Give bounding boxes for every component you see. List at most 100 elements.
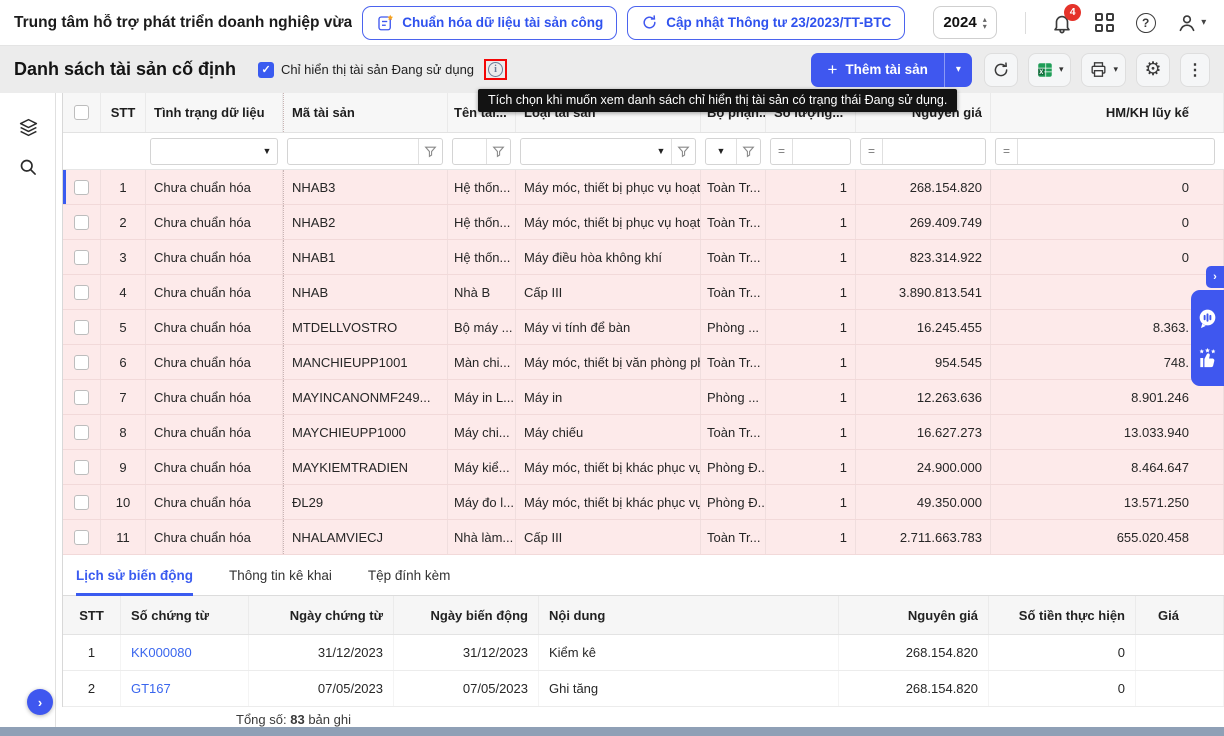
dep-filter[interactable]: = [995,138,1215,165]
add-asset-button[interactable]: + Thêm tài sản [811,53,943,87]
asset-row[interactable]: 9Chưa chuẩn hóaMAYKIEMTRADIENMáy kiể...M… [63,450,1224,485]
type-filter-select[interactable]: ▼ [520,138,696,165]
dep-filter-input[interactable] [1018,139,1214,164]
asset-row[interactable]: 2Chưa chuẩn hóaNHAB2Hệ thốn...Máy móc, t… [63,205,1224,240]
row-checkbox-cell[interactable] [63,275,101,309]
row-checkbox-cell[interactable] [63,415,101,449]
type-filter-input[interactable] [521,139,651,164]
history-row[interactable]: 1KK00008031/12/202331/12/2023Kiểm kê268.… [63,635,1224,671]
cell-status: Chưa chuẩn hóa [146,450,283,484]
chevron-down-icon[interactable]: ▼ [257,146,277,156]
asset-row[interactable]: 1Chưa chuẩn hóaNHAB3Hệ thốn...Máy móc, t… [63,170,1224,205]
year-spinner-icon[interactable]: ▴▾ [983,16,987,30]
expand-sidebar-button[interactable]: › [27,689,53,715]
tab-history[interactable]: Lịch sử biến động [76,555,193,595]
document-link[interactable]: GT167 [131,681,171,696]
widget-collapse-button[interactable]: › [1206,266,1224,288]
code-filter-input[interactable] [288,139,418,164]
asset-row[interactable]: 10Chưa chuẩn hóaĐL29Máy đo l...Máy móc, … [63,485,1224,520]
hcell-doc[interactable]: KK000080 [121,635,249,670]
info-icon[interactable]: i [488,62,503,77]
asset-row[interactable]: 6Chưa chuẩn hóaMANCHIEUPP1001Màn chi...M… [63,345,1224,380]
funnel-icon[interactable] [418,139,442,164]
settings-button[interactable]: ⚙ [1136,53,1170,87]
row-checkbox[interactable] [74,285,89,300]
history-row[interactable]: 2GT16707/05/202307/05/2023Ghi tăng268.15… [63,671,1224,707]
status-filter-select[interactable]: ▼ [150,138,278,165]
year-stepper[interactable]: 2024 ▴▾ [933,6,996,39]
equals-operator[interactable]: = [861,139,883,164]
name-filter-input[interactable] [453,139,486,164]
col-stt[interactable]: STT [101,93,146,132]
cost-filter[interactable]: = [860,138,986,165]
row-checkbox[interactable] [74,320,89,335]
col-data-status[interactable]: Tình trạng dữ liệu [146,93,283,132]
document-link[interactable]: KK000080 [131,645,192,660]
row-checkbox[interactable] [74,460,89,475]
select-all-checkbox-cell[interactable] [63,93,101,132]
asset-row[interactable]: 4Chưa chuẩn hóaNHABNhà BCấp IIIToàn Tr..… [63,275,1224,310]
status-filter-input[interactable] [151,139,257,164]
asset-row[interactable]: 8Chưa chuẩn hóaMAYCHIEUPP1000Máy chi...M… [63,415,1224,450]
row-checkbox[interactable] [74,425,89,440]
row-checkbox[interactable] [74,530,89,545]
row-checkbox-cell[interactable] [63,240,101,274]
funnel-icon[interactable] [486,139,510,164]
equals-operator[interactable]: = [996,139,1018,164]
more-actions-button[interactable]: ⋮ [1180,53,1210,87]
row-checkbox[interactable] [74,215,89,230]
tab-declaration[interactable]: Thông tin kê khai [229,555,332,595]
add-asset-split-button[interactable]: + Thêm tài sản ▾ [811,53,971,87]
select-all-checkbox[interactable] [74,105,89,120]
standardize-data-button[interactable]: Chuẩn hóa dữ liệu tài sản công [362,6,617,40]
row-checkbox[interactable] [74,250,89,265]
help-button[interactable]: ? [1133,8,1159,38]
equals-operator[interactable]: = [771,139,793,164]
asset-row[interactable]: 3Chưa chuẩn hóaNHAB1Hệ thốn...Máy điều h… [63,240,1224,275]
qty-filter[interactable]: = [770,138,851,165]
chevron-down-icon[interactable]: ▼ [651,146,671,156]
code-filter[interactable] [287,138,443,165]
asset-row[interactable]: 7Chưa chuẩn hóaMAYINCANONMF249...Máy in … [63,380,1224,415]
tab-attachments[interactable]: Tệp đính kèm [368,555,451,595]
asset-row[interactable]: 5Chưa chuẩn hóaMTDELLVOSTROBộ máy ...Máy… [63,310,1224,345]
apps-button[interactable] [1091,8,1117,38]
row-checkbox-cell[interactable] [63,450,101,484]
name-filter[interactable] [452,138,511,165]
row-checkbox[interactable] [74,180,89,195]
account-menu-button[interactable]: ▾ [1172,8,1210,38]
search-nav-button[interactable] [0,147,56,187]
update-circular-button[interactable]: Cập nhật Thông tư 23/2023/TT-BTC [627,6,905,40]
show-in-use-checkbox[interactable]: ✓ [258,62,274,78]
print-button[interactable]: ▾ [1081,53,1126,87]
layers-nav-button[interactable] [0,107,56,147]
row-checkbox-cell[interactable] [63,345,101,379]
chevron-down-icon[interactable]: ▼ [706,146,736,156]
refresh-button[interactable] [984,53,1018,87]
export-excel-button[interactable]: X ▾ [1028,53,1072,87]
row-checkbox[interactable] [74,495,89,510]
hcell-doc[interactable]: GT167 [121,671,249,706]
row-checkbox-cell[interactable] [63,380,101,414]
row-checkbox[interactable] [74,355,89,370]
row-checkbox-cell[interactable] [63,485,101,519]
funnel-icon[interactable] [736,139,760,164]
qty-filter-input[interactable] [793,139,850,164]
asset-row[interactable]: 11Chưa chuẩn hóaNHALAMVIECJNhà làm...Cấp… [63,520,1224,555]
cost-filter-input[interactable] [883,139,985,164]
chat-assistant-button[interactable] [1196,306,1220,330]
notifications-button[interactable]: 4 [1050,8,1076,38]
row-checkbox[interactable] [74,390,89,405]
col-asset-code[interactable]: Mã tài sản [283,93,448,132]
dept-filter-select[interactable]: ▼ [705,138,761,165]
cell-type: Máy in [516,380,701,414]
row-checkbox-cell[interactable] [63,310,101,344]
row-checkbox-cell[interactable] [63,205,101,239]
row-checkbox-cell[interactable] [63,520,101,554]
row-checkbox-cell[interactable] [63,170,101,204]
rate-thumbs-up-button[interactable] [1196,346,1220,370]
add-asset-dropdown[interactable]: ▾ [944,53,972,87]
add-asset-label: Thêm tài sản [845,62,928,77]
col-accumulated-depreciation[interactable]: HM/KH lũy kế [991,93,1224,132]
funnel-icon[interactable] [671,139,695,164]
